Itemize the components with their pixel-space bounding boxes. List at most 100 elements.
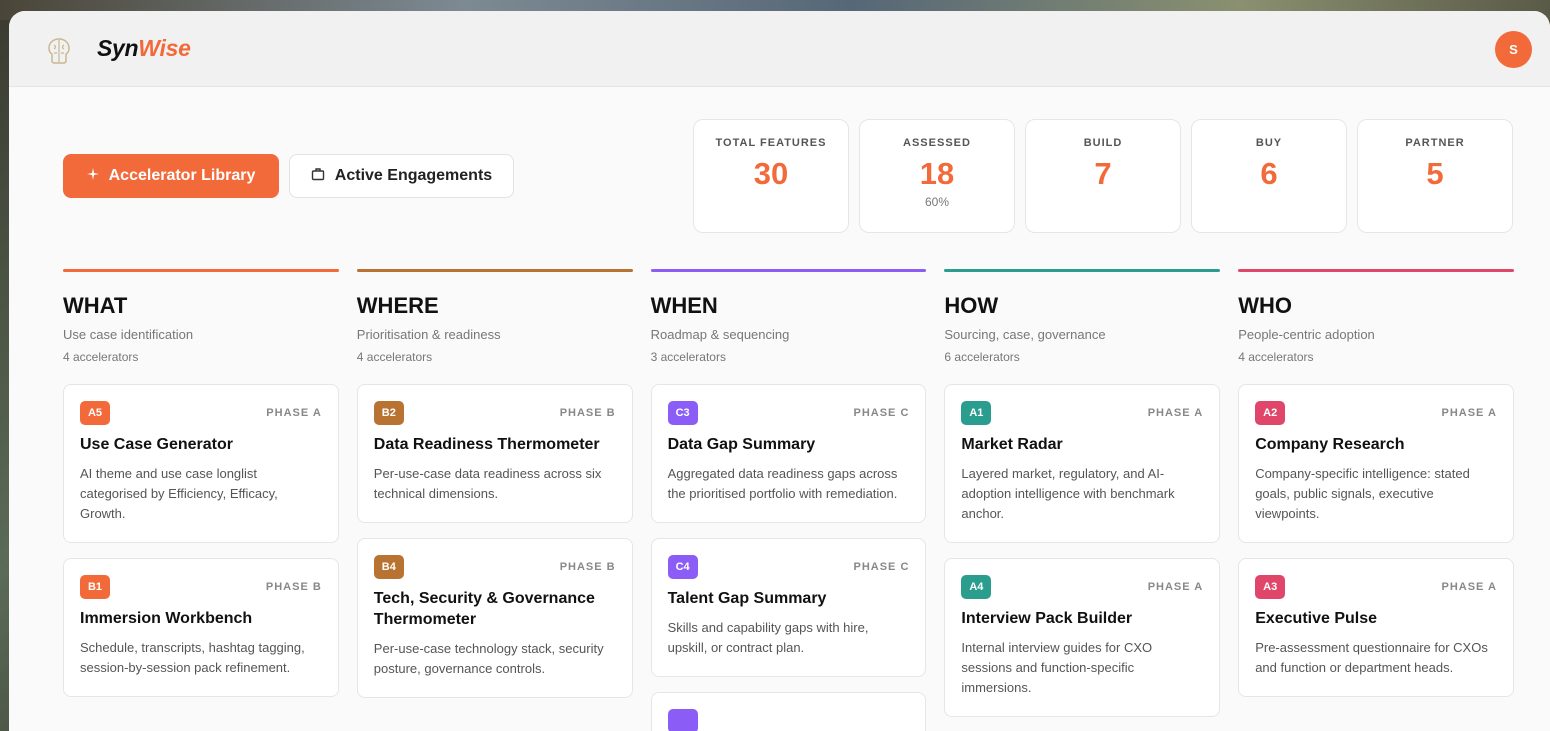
stat-value: 18 (919, 156, 955, 191)
column-subtitle: Sourcing, case, governance (944, 327, 1106, 342)
phase-label: PHASE A (1441, 581, 1497, 593)
accelerator-description: Skills and capability gaps with hire, up… (667, 620, 869, 655)
accelerator-code-badge: A5 (80, 401, 110, 425)
accelerator-library-label: Accelerator Library (108, 167, 256, 184)
accelerator-card[interactable]: B1 PHASE B Immersion Workbench Schedule, … (63, 558, 339, 697)
stat-value: 30 (753, 156, 789, 191)
column-title: WHEN (650, 293, 718, 318)
column-where: WHERE Prioritisation & readiness 4 accel… (356, 269, 633, 731)
accelerator-card[interactable]: B4 PHASE B Tech, Security & Governance Th… (356, 538, 633, 698)
column-accent-bar (63, 269, 339, 272)
phase-label: PHASE A (1441, 407, 1497, 419)
plus-sparkle-icon (86, 167, 99, 185)
phase-label: PHASE B (559, 407, 616, 419)
column-title: WHERE (356, 293, 439, 318)
accelerator-code-badge: C3 (667, 401, 698, 425)
column-accent-bar (356, 269, 633, 272)
brand-logo[interactable]: SynWise (97, 35, 191, 62)
stat-value: 5 (1426, 156, 1444, 191)
stat-label: BUY (1255, 137, 1283, 149)
column-subtitle: People-centric adoption (1238, 327, 1375, 342)
stat-card-buy: BUY 6 (1191, 119, 1347, 233)
app-window: SynWise S Accelerator Library Active Eng… (9, 11, 1550, 731)
accelerator-card[interactable]: A4 PHASE A Interview Pack Builder Interna… (944, 558, 1221, 717)
column-count: 3 accelerators (650, 350, 726, 364)
accelerator-code-badge: A3 (1255, 575, 1286, 599)
stats-row: TOTAL FEATURES 30 ASSESSED 18 60% BUILD … (693, 119, 1515, 233)
stat-card-total-features: TOTAL FEATURES 30 (693, 119, 849, 233)
accelerator-description: Per-use-case technology stack, security … (373, 641, 604, 676)
accelerator-description: AI theme and use case longlist categoris… (80, 466, 278, 521)
phase-label: PHASE A (1147, 581, 1204, 593)
stat-label: PARTNER (1405, 137, 1465, 149)
user-avatar[interactable]: S (1495, 31, 1532, 68)
column-count: 6 accelerators (944, 350, 1020, 364)
column-count: 4 accelerators (356, 350, 433, 364)
accelerator-card[interactable]: C3 PHASE C Data Gap Summary Aggregated da… (650, 384, 927, 523)
accelerator-card[interactable]: A3 PHASE A Executive Pulse Pre-assessment… (1238, 558, 1514, 697)
accelerator-card[interactable]: A1 PHASE A Market Radar Layered market, r… (944, 384, 1221, 543)
stat-card-assessed: ASSESSED 18 60% (859, 119, 1015, 233)
brain-outline-icon[interactable] (45, 36, 73, 66)
accelerator-code-badge: A4 (961, 575, 992, 599)
active-engagements-button[interactable]: Active Engagements (289, 154, 514, 198)
brand-name-accent: Wise (138, 35, 191, 61)
stat-percentage: 60% (924, 195, 950, 209)
accelerator-title: Interview Pack Builder (961, 610, 1133, 627)
accelerator-description: Internal interview guides for CXO sessio… (961, 640, 1153, 695)
accelerator-code-badge: A2 (1255, 401, 1286, 425)
accelerator-description: Company-specific intelligence: stated go… (1255, 466, 1470, 521)
phase-label: PHASE A (1147, 407, 1204, 419)
phase-label: PHASE B (559, 561, 616, 573)
accelerator-title: Use Case Generator (80, 436, 233, 453)
accelerator-code-badge (667, 709, 698, 731)
accelerator-title: Data Readiness Thermometer (373, 436, 600, 453)
column-how: HOW Sourcing, case, governance 6 acceler… (944, 269, 1221, 731)
accelerator-library-button[interactable]: Accelerator Library (63, 154, 279, 198)
briefcase-icon (311, 167, 325, 186)
accelerator-code-badge: B4 (373, 555, 404, 579)
stat-label: BUILD (1083, 137, 1123, 149)
column-title: WHO (1238, 293, 1292, 318)
accelerator-code-badge: B1 (80, 575, 110, 599)
accelerator-card[interactable]: C4 PHASE C Talent Gap Summary Skills and … (650, 538, 927, 677)
stat-label: ASSESSED (903, 137, 971, 149)
accelerator-title: Tech, Security & Governance Thermometer (373, 590, 595, 628)
column-what: WHAT Use case identification 4 accelerat… (63, 269, 339, 731)
column-accent-bar (1238, 269, 1514, 272)
accelerator-card[interactable]: A2 PHASE A Company Research Company-speci… (1238, 384, 1514, 543)
phase-label: PHASE B (265, 581, 322, 593)
accelerator-description: Layered market, regulatory, and AI-adopt… (961, 466, 1175, 521)
accelerator-card[interactable]: A5 PHASE A Use Case Generator AI theme an… (63, 384, 339, 543)
stat-label: TOTAL FEATURES (715, 137, 827, 149)
column-title: HOW (944, 293, 999, 318)
column-when: WHEN Roadmap & sequencing 3 accelerators… (650, 269, 927, 731)
active-engagements-label: Active Engagements (334, 167, 493, 184)
column-who: WHO People-centric adoption 4 accelerato… (1238, 269, 1514, 731)
column-count: 4 accelerators (1238, 350, 1314, 364)
accelerator-title: Talent Gap Summary (667, 590, 827, 607)
framework-columns: WHAT Use case identification 4 accelerat… (63, 269, 1514, 731)
column-accent-bar (650, 269, 927, 272)
accelerator-title: Executive Pulse (1255, 610, 1378, 627)
column-subtitle: Roadmap & sequencing (650, 327, 790, 342)
phase-label: PHASE C (853, 407, 910, 419)
column-accent-bar (944, 269, 1221, 272)
brand-name-main: Syn (97, 35, 139, 61)
accelerator-code-badge: A1 (961, 401, 992, 425)
column-subtitle: Prioritisation & readiness (356, 327, 501, 342)
accelerator-code-badge: C4 (667, 555, 698, 579)
accelerator-card-partial[interactable] (650, 692, 927, 731)
stat-value: 6 (1260, 156, 1278, 191)
accelerator-description: Aggregated data readiness gaps across th… (667, 466, 898, 501)
stat-value: 7 (1094, 156, 1112, 191)
column-count: 4 accelerators (63, 350, 139, 364)
phase-label: PHASE A (266, 407, 322, 419)
column-title: WHAT (63, 293, 128, 318)
accelerator-code-badge: B2 (373, 401, 404, 425)
accelerator-title: Data Gap Summary (667, 436, 816, 453)
accelerator-title: Market Radar (961, 436, 1063, 453)
app-header: SynWise S (9, 11, 1550, 87)
accelerator-description: Pre-assessment questionnaire for CXOs an… (1255, 640, 1488, 675)
accelerator-card[interactable]: B2 PHASE B Data Readiness Thermometer Per… (356, 384, 633, 523)
